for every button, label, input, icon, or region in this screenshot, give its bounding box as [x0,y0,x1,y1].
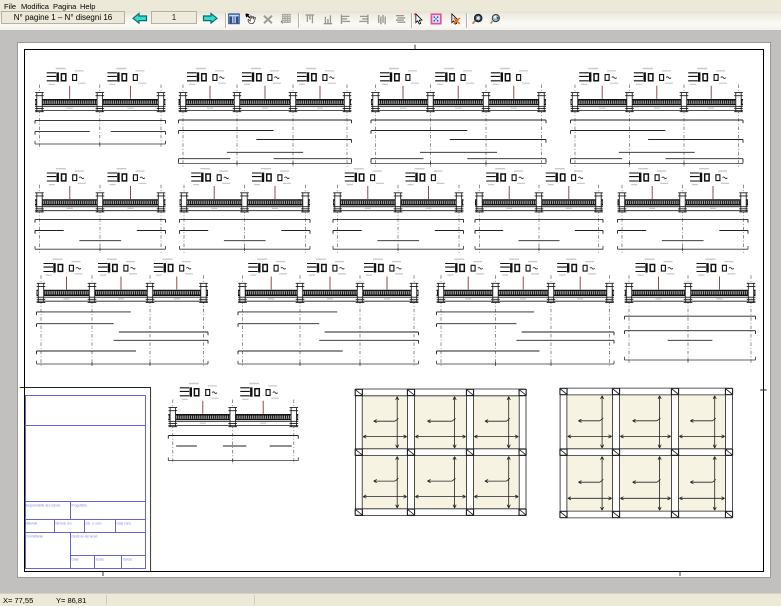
svg-text:Committente: Committente [25,535,43,539]
svg-text:Dis. n. cem.: Dis. n. cem. [86,522,103,526]
svg-text:Direttore dei lavori: Direttore dei lavori [72,535,98,539]
svg-text:Responsabile del calcolo: Responsabile del calcolo [25,504,60,508]
svg-text:Data: Data [72,558,79,562]
svg-text:Tavola: Tavola [123,558,132,562]
svg-text:Progettista: Progettista [72,504,87,508]
svg-text:Data cons.: Data cons. [117,522,132,526]
svg-text:Metodo di c.: Metodo di c. [56,522,73,526]
svg-text:Materiali: Materiali [25,522,37,526]
svg-text:Scala: Scala [96,558,104,562]
